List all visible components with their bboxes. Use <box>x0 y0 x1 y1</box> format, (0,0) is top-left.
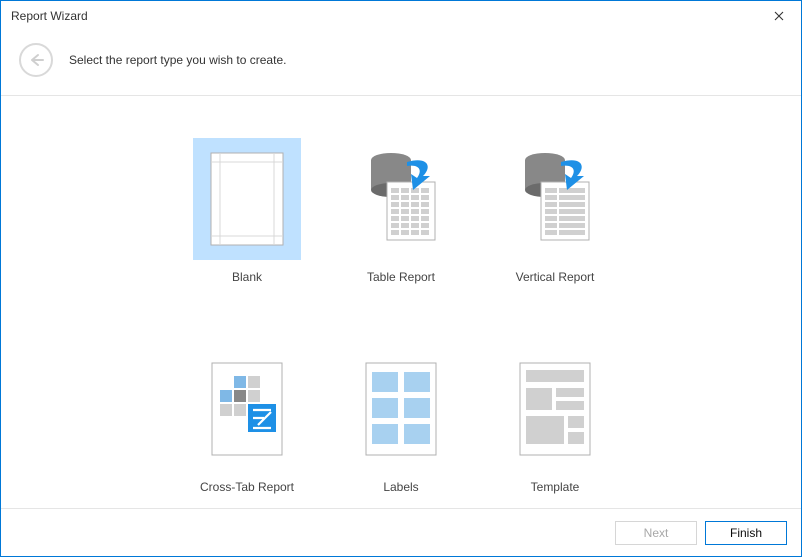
template-icon <box>516 362 594 456</box>
blank-page-icon <box>210 152 284 246</box>
tile-cross-tab-report[interactable]: Cross-Tab Report <box>172 342 322 508</box>
tile-label: Template <box>531 480 580 494</box>
tile-icon-box <box>347 348 455 470</box>
titlebar: Report Wizard <box>1 1 801 31</box>
tile-icon-box <box>501 348 609 470</box>
tile-icon-box <box>193 138 301 260</box>
tile-label: Labels <box>383 480 418 494</box>
table-report-icon <box>357 152 445 246</box>
next-button[interactable]: Next <box>615 521 697 545</box>
arrow-left-icon <box>28 53 44 67</box>
report-type-grid: Blank <box>172 132 630 508</box>
tile-icon-box <box>347 138 455 260</box>
tile-blank[interactable]: Blank <box>172 132 322 298</box>
instruction-text: Select the report type you wish to creat… <box>69 53 286 67</box>
button-label: Next <box>644 526 669 540</box>
finish-button[interactable]: Finish <box>705 521 787 545</box>
report-wizard-window: Report Wizard Select the report type you… <box>0 0 802 557</box>
tile-template[interactable]: Template <box>480 342 630 508</box>
content-area: Blank <box>1 96 801 508</box>
header-bar: Select the report type you wish to creat… <box>1 31 801 96</box>
tile-table-report[interactable]: Table Report <box>326 132 476 298</box>
cross-tab-report-icon <box>208 362 286 456</box>
footer-bar: Next Finish <box>1 508 801 556</box>
tile-icon-box <box>193 348 301 470</box>
tile-vertical-report[interactable]: Vertical Report <box>480 132 630 298</box>
window-title: Report Wizard <box>11 9 756 23</box>
close-icon <box>774 11 784 21</box>
tile-label: Vertical Report <box>516 270 595 284</box>
vertical-report-icon <box>511 152 599 246</box>
tile-labels[interactable]: Labels <box>326 342 476 508</box>
tile-icon-box <box>501 138 609 260</box>
back-button[interactable] <box>19 43 53 77</box>
tile-label: Table Report <box>367 270 435 284</box>
tile-label: Cross-Tab Report <box>200 480 294 494</box>
close-button[interactable] <box>756 1 801 31</box>
button-label: Finish <box>730 526 762 540</box>
tile-label: Blank <box>232 270 262 284</box>
labels-icon <box>362 362 440 456</box>
